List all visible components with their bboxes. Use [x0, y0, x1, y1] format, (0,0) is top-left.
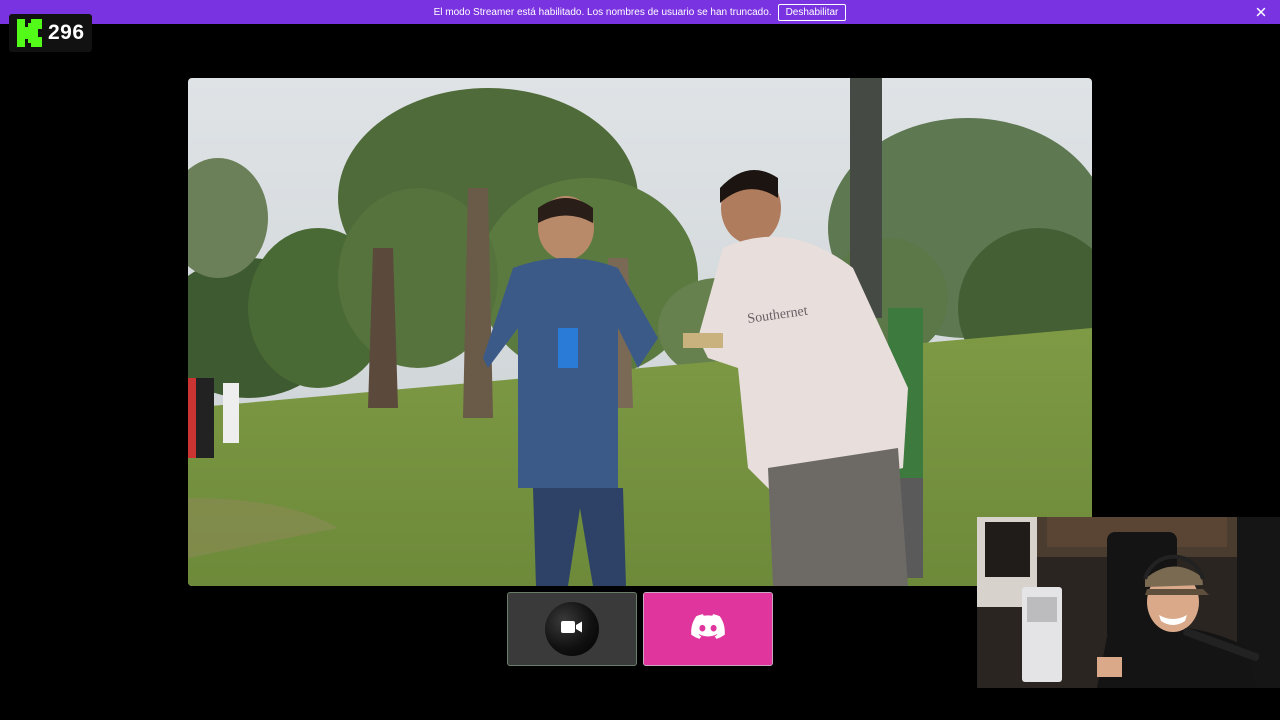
- streamer-mode-banner: El modo Streamer está habilitado. Los no…: [0, 0, 1280, 24]
- disable-streamer-mode-button[interactable]: Deshabilitar: [777, 3, 847, 21]
- discord-icon: [691, 613, 725, 645]
- streamer-mode-message: El modo Streamer está habilitado. Los no…: [433, 6, 772, 18]
- close-icon[interactable]: [1254, 5, 1268, 19]
- discord-button[interactable]: [643, 592, 773, 666]
- streamer-webcam: [977, 517, 1280, 688]
- camera-avatar: [545, 602, 599, 656]
- viewer-count: 296: [48, 21, 85, 44]
- kick-logo-icon: [17, 19, 42, 47]
- main-video-player[interactable]: Southernet: [188, 78, 1092, 586]
- video-camera-icon: [561, 620, 583, 639]
- camera-button[interactable]: [507, 592, 637, 666]
- viewer-count-badge: 296: [9, 14, 92, 52]
